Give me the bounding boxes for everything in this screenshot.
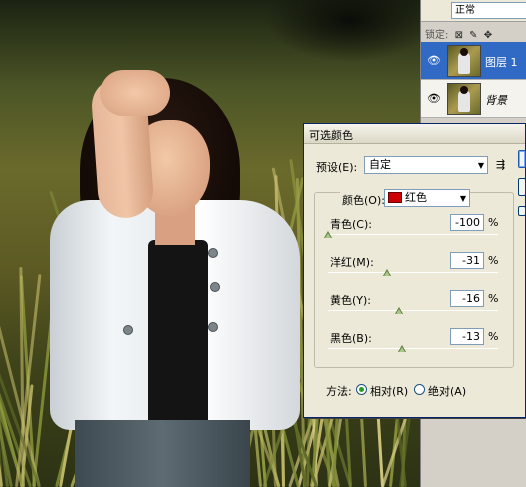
lock-label: 锁定: <box>425 30 449 41</box>
colors-label: 颜色(O): <box>340 192 387 208</box>
visibility-eye-icon[interactable]: 👁 <box>425 54 443 68</box>
layer-name: 图层 1 <box>485 56 518 69</box>
slider-track[interactable] <box>328 310 498 311</box>
lock-move-icon[interactable]: ✥ <box>484 30 492 41</box>
slider-thumb[interactable] <box>395 307 404 314</box>
selective-color-dialog: 可选颜色 预设(E): 自定 ▼ ⇶ 颜色(O): 红色 ▼ 青色(C): -10… <box>303 123 526 418</box>
slider-thumb[interactable] <box>397 345 406 352</box>
color-swatch <box>388 192 402 203</box>
chevron-down-icon: ▼ <box>459 194 466 203</box>
photo-subject-shirt <box>148 240 208 430</box>
cancel-button[interactable] <box>518 178 526 196</box>
lock-paint-icon[interactable]: ✎ <box>469 30 477 41</box>
percent-unit: % <box>488 292 499 305</box>
colors-select[interactable]: 红色 ▼ <box>384 189 470 207</box>
percent-unit: % <box>488 330 499 343</box>
dialog-title[interactable]: 可选颜色 <box>304 124 525 144</box>
method-label: 方法: <box>326 385 352 398</box>
slider-value-input[interactable]: -100 <box>450 214 484 231</box>
percent-unit: % <box>488 216 499 229</box>
colors-value: 红色 <box>405 191 427 204</box>
slider-value-input[interactable]: -16 <box>450 290 484 307</box>
preset-value: 自定 <box>369 158 391 171</box>
layer-row[interactable]: 👁 背景 <box>421 80 526 118</box>
photo-subject-jeans <box>75 420 250 487</box>
photo-subject-hand <box>100 70 170 116</box>
slider-track[interactable] <box>328 348 498 349</box>
layer-thumbnail <box>447 45 481 77</box>
method-relative-radio[interactable] <box>356 384 367 395</box>
percent-unit: % <box>488 254 499 267</box>
jacket-button <box>208 322 218 332</box>
method-absolute-radio[interactable] <box>414 384 425 395</box>
method-absolute-label[interactable]: 绝对(A) <box>428 383 466 399</box>
slider-value-input[interactable]: -31 <box>450 252 484 269</box>
slider-track[interactable] <box>328 272 498 273</box>
lock-row: 锁定: ⊠ ✎ ✥ <box>421 24 526 41</box>
visibility-eye-icon[interactable]: 👁 <box>425 92 443 106</box>
jacket-button <box>210 282 220 292</box>
slider-thumb[interactable] <box>324 231 332 238</box>
layer-row[interactable]: 👁 图层 1 <box>421 42 526 80</box>
blend-mode-select[interactable]: 正常 <box>451 2 526 19</box>
slider-value-input[interactable]: -13 <box>450 328 484 345</box>
method-relative-label[interactable]: 相对(R) <box>370 383 408 399</box>
slider-thumb[interactable] <box>382 269 391 276</box>
layer-name: 背景 <box>485 94 507 107</box>
ok-button[interactable] <box>518 150 526 168</box>
slider-label: 青色(C): <box>330 218 372 231</box>
slider-label: 黑色(B): <box>330 332 372 345</box>
chevron-down-icon: ▼ <box>477 161 484 170</box>
lock-transparency-icon[interactable]: ⊠ <box>455 30 463 41</box>
slider-label: 洋红(M): <box>330 256 374 269</box>
slider-track[interactable] <box>328 234 498 235</box>
preset-options-icon[interactable]: ⇶ <box>496 158 505 171</box>
preset-select[interactable]: 自定 ▼ <box>364 156 488 174</box>
layer-thumbnail <box>447 83 481 115</box>
slider-label: 黄色(Y): <box>330 294 372 307</box>
layers-toolbar: 正常 <box>421 0 526 22</box>
jacket-button <box>208 248 218 258</box>
preview-checkbox[interactable] <box>518 206 526 216</box>
jacket-button <box>123 325 133 335</box>
preset-label: 预设(E): <box>316 161 358 174</box>
